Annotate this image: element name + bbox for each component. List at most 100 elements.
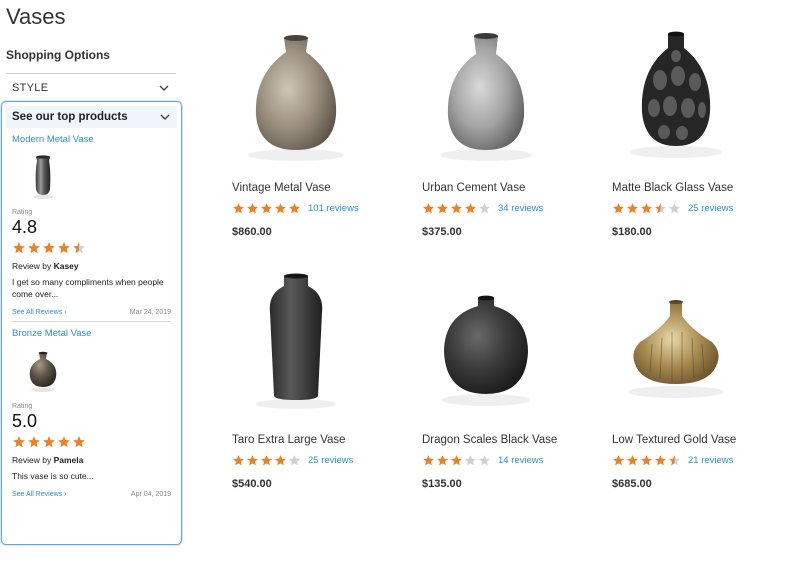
bronze-metal-vase-thumbnail[interactable] bbox=[18, 345, 68, 397]
review-by: Review by Pamela bbox=[12, 455, 171, 465]
taro-extra-large-vase-image[interactable] bbox=[226, 272, 366, 422]
rating-value: 5.0 bbox=[12, 411, 38, 431]
star-icon bbox=[451, 203, 462, 214]
star-icon bbox=[479, 203, 490, 214]
product-name[interactable]: Urban Cement Vase bbox=[422, 182, 576, 194]
top-product-item: Modern Metal Vase Rating 4.8 Review by K… bbox=[2, 134, 181, 316]
top-products-header[interactable]: See our top products bbox=[6, 106, 177, 128]
top-products-title: See our top products bbox=[12, 111, 128, 123]
product-card[interactable]: Low Textured Gold Vase 21 reviews $685.0… bbox=[596, 272, 766, 490]
chevron-down-icon bbox=[158, 82, 170, 94]
rating-value: 4.8 bbox=[12, 217, 38, 237]
chevron-right-icon: › bbox=[64, 491, 67, 498]
star-icon bbox=[43, 436, 55, 448]
star-icon bbox=[465, 455, 476, 466]
star-icon bbox=[669, 455, 680, 466]
product-card[interactable]: Vintage Metal Vase 101 reviews $860.00 bbox=[216, 20, 386, 238]
divider bbox=[12, 321, 171, 322]
star-icon bbox=[261, 203, 272, 214]
star-icon bbox=[437, 203, 448, 214]
dragon-scales-black-vase-image[interactable] bbox=[416, 272, 556, 422]
star-icon bbox=[247, 455, 258, 466]
star-icon bbox=[275, 455, 286, 466]
top-product-link[interactable]: Modern Metal Vase bbox=[12, 134, 171, 145]
star-icon bbox=[233, 203, 244, 214]
star-rating bbox=[422, 454, 491, 467]
matte-black-glass-vase-image[interactable] bbox=[606, 20, 746, 170]
product-card[interactable]: Matte Black Glass Vase 25 reviews $180.0… bbox=[596, 20, 766, 238]
product-name[interactable]: Vintage Metal Vase bbox=[232, 182, 386, 194]
star-icon bbox=[669, 203, 680, 214]
star-icon bbox=[437, 455, 448, 466]
reviews-link[interactable]: 34 reviews bbox=[498, 203, 543, 214]
star-rating bbox=[12, 435, 171, 449]
star-icon bbox=[655, 203, 666, 214]
star-rating bbox=[422, 202, 491, 215]
review-date: Mar 24, 2019 bbox=[129, 309, 171, 316]
star-icon bbox=[423, 455, 434, 466]
star-icon bbox=[451, 455, 462, 466]
product-card[interactable]: Urban Cement Vase 34 reviews $375.00 bbox=[406, 20, 576, 238]
star-rating bbox=[612, 454, 681, 467]
star-icon bbox=[641, 203, 652, 214]
see-all-reviews-link[interactable]: See All Reviews › bbox=[12, 309, 67, 316]
reviews-link[interactable]: 14 reviews bbox=[498, 455, 543, 466]
reviews-link[interactable]: 25 reviews bbox=[308, 455, 353, 466]
review-by-prefix: Review by bbox=[12, 261, 52, 271]
star-rating bbox=[612, 202, 681, 215]
review-text: This vase is so cute... bbox=[12, 471, 94, 481]
product-name[interactable]: Taro Extra Large Vase bbox=[232, 434, 386, 446]
star-icon bbox=[627, 203, 638, 214]
rating-label: Rating bbox=[12, 403, 33, 410]
urban-cement-vase-image[interactable] bbox=[416, 20, 556, 170]
product-price: $180.00 bbox=[612, 226, 652, 238]
star-icon bbox=[289, 203, 300, 214]
rating-label: Rating bbox=[12, 209, 33, 216]
review-date: Apr 04, 2019 bbox=[130, 491, 171, 498]
vintage-metal-vase-image[interactable] bbox=[226, 20, 366, 170]
see-all-reviews-link[interactable]: See All Reviews › bbox=[12, 491, 67, 498]
modern-metal-vase-thumbnail[interactable] bbox=[18, 151, 68, 203]
top-products-panel: See our top products Modern Metal Vase R… bbox=[1, 101, 182, 545]
product-name[interactable]: Matte Black Glass Vase bbox=[612, 182, 766, 194]
star-icon bbox=[275, 203, 286, 214]
reviews-link[interactable]: 21 reviews bbox=[688, 455, 733, 466]
product-card[interactable]: Dragon Scales Black Vase 14 reviews $135… bbox=[406, 272, 576, 490]
style-filter-dropdown[interactable]: STYLE bbox=[6, 73, 176, 101]
chevron-right-icon: › bbox=[64, 309, 67, 316]
star-icon bbox=[613, 203, 624, 214]
star-icon bbox=[465, 203, 476, 214]
star-icon bbox=[28, 436, 40, 448]
product-card[interactable]: Taro Extra Large Vase 25 reviews $540.00 bbox=[216, 272, 386, 490]
star-icon bbox=[627, 455, 638, 466]
star-icon bbox=[58, 436, 70, 448]
star-icon bbox=[479, 455, 490, 466]
reviewer-name: Kasey bbox=[53, 261, 79, 271]
product-price: $685.00 bbox=[612, 478, 652, 490]
product-name[interactable]: Dragon Scales Black Vase bbox=[422, 434, 576, 446]
product-price: $860.00 bbox=[232, 226, 272, 238]
product-price: $375.00 bbox=[422, 226, 462, 238]
top-product-item: Bronze Metal Vase Rating 5.0 Review by P… bbox=[2, 328, 181, 498]
low-textured-gold-vase-image[interactable] bbox=[606, 272, 746, 422]
star-icon bbox=[43, 242, 55, 254]
see-all-reviews-label: See All Reviews bbox=[12, 491, 63, 498]
star-icon bbox=[289, 455, 300, 466]
review-text: I get so many compliments when people co… bbox=[12, 277, 164, 299]
chevron-down-icon bbox=[159, 111, 171, 123]
star-icon bbox=[13, 436, 25, 448]
star-icon bbox=[247, 203, 258, 214]
star-icon bbox=[58, 242, 70, 254]
product-price: $135.00 bbox=[422, 478, 462, 490]
star-icon bbox=[73, 242, 85, 254]
star-icon bbox=[13, 242, 25, 254]
top-product-link[interactable]: Bronze Metal Vase bbox=[12, 328, 171, 339]
style-filter-label: STYLE bbox=[12, 81, 49, 94]
star-rating bbox=[232, 202, 301, 215]
star-icon bbox=[641, 455, 652, 466]
star-icon bbox=[655, 455, 666, 466]
review-by-prefix: Review by bbox=[12, 455, 52, 465]
reviews-link[interactable]: 101 reviews bbox=[308, 203, 359, 214]
product-name[interactable]: Low Textured Gold Vase bbox=[612, 434, 766, 446]
reviews-link[interactable]: 25 reviews bbox=[688, 203, 733, 214]
